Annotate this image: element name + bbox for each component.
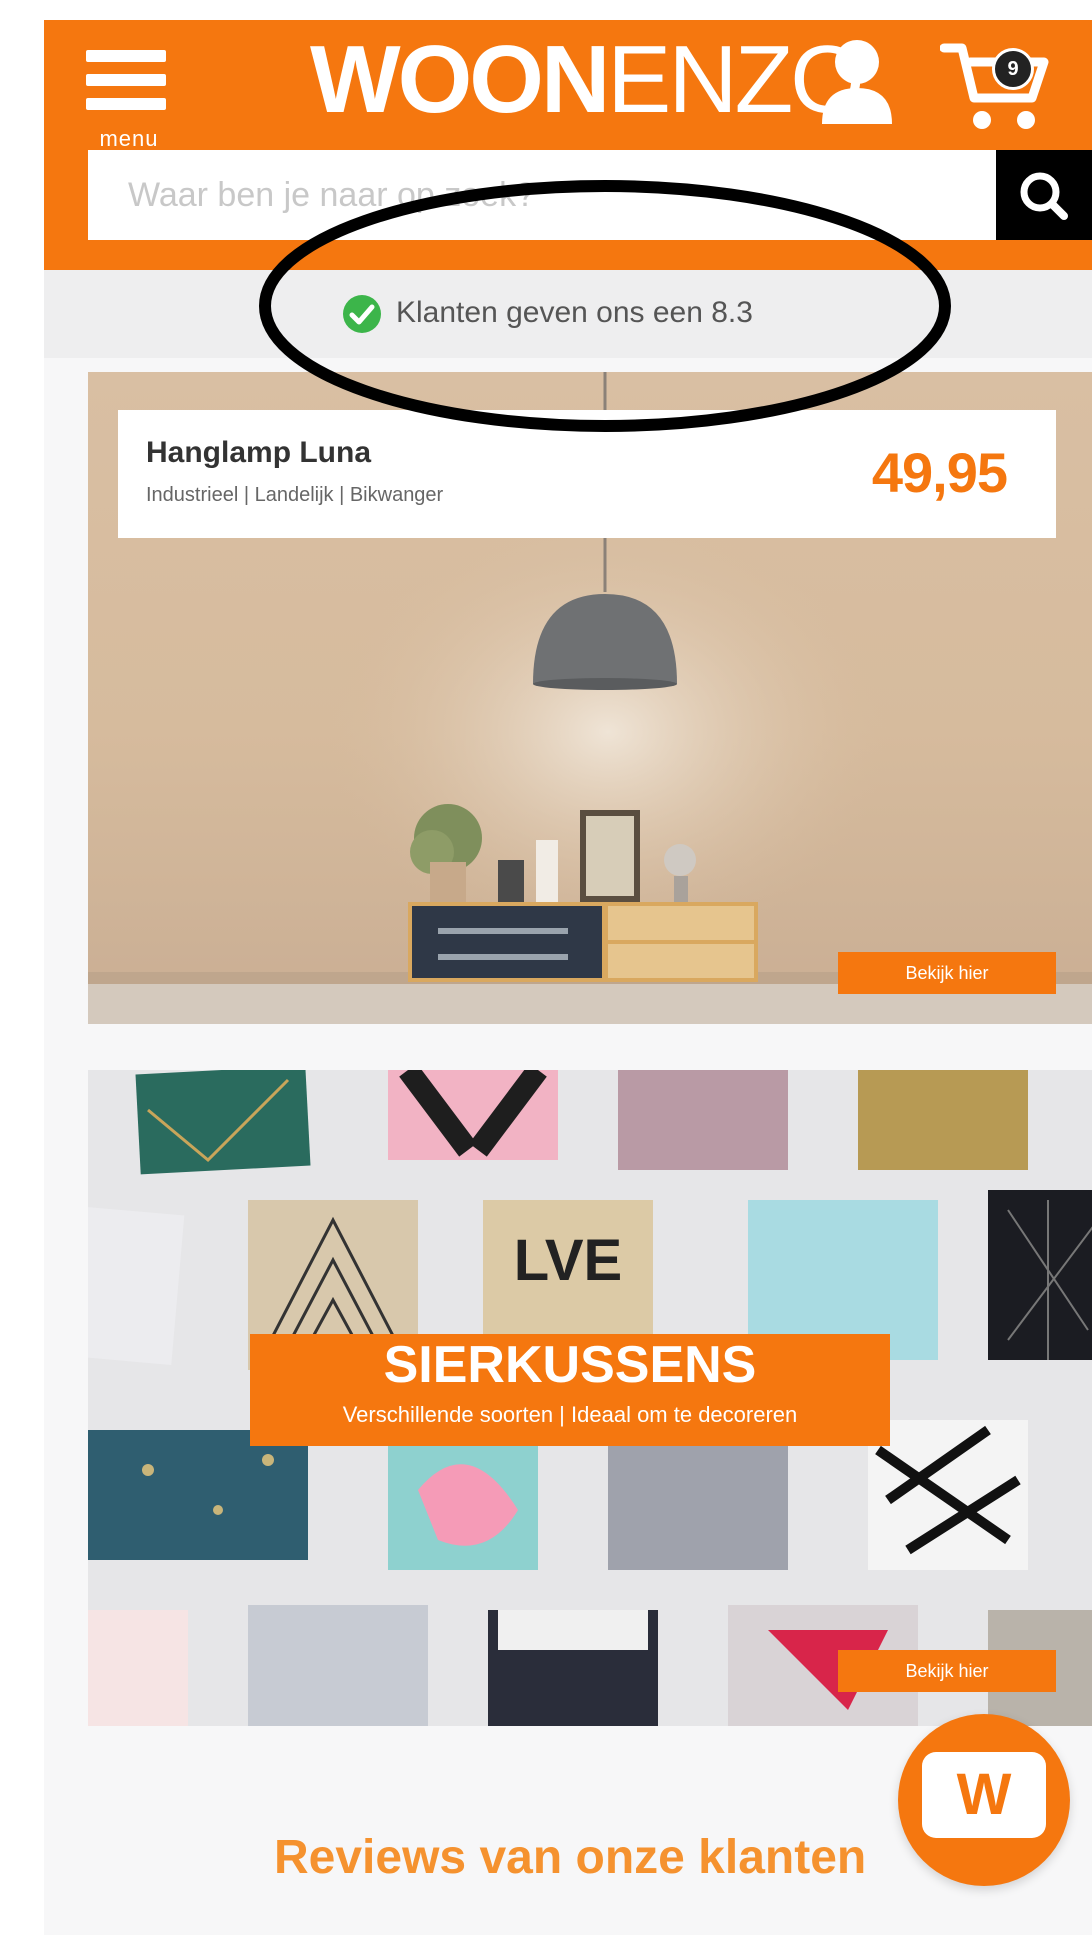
user-icon[interactable] [818, 38, 896, 126]
logo-bold: WOON [310, 26, 610, 133]
promo-title: SIERKUSSENS [383, 1336, 757, 1394]
product-price: 49,95 [871, 441, 1008, 504]
search-icon [1020, 172, 1068, 220]
cushion-print-text: LVE [514, 1228, 623, 1293]
chat-bubble-icon: W [922, 1752, 1046, 1838]
site-logo[interactable]: WOONENZO [310, 30, 865, 130]
check-icon [343, 295, 381, 333]
rating-text: Klanten geven ons een 8.3 [396, 296, 753, 329]
search-button[interactable] [996, 150, 1092, 240]
cart-count-badge: 9 [992, 48, 1034, 90]
search-input[interactable] [88, 150, 996, 240]
promo-subtitle: Verschillende soorten | Ideaal om te dec… [342, 1402, 798, 1427]
product-subtitle: Industrieel | Landelijk | Bikwanger [146, 484, 444, 506]
menu-label: menu [99, 126, 159, 151]
view-cushions-button[interactable]: Bekijk hier [838, 1650, 1056, 1692]
cart-icon[interactable] [940, 38, 1050, 134]
hamburger-icon [86, 50, 166, 62]
menu-button[interactable]: menu [84, 48, 174, 151]
product-title: Hanglamp Luna [146, 436, 372, 469]
reviews-title: Reviews van onze klanten [274, 1831, 867, 1884]
view-lamp-button[interactable]: Bekijk hier [838, 952, 1056, 994]
